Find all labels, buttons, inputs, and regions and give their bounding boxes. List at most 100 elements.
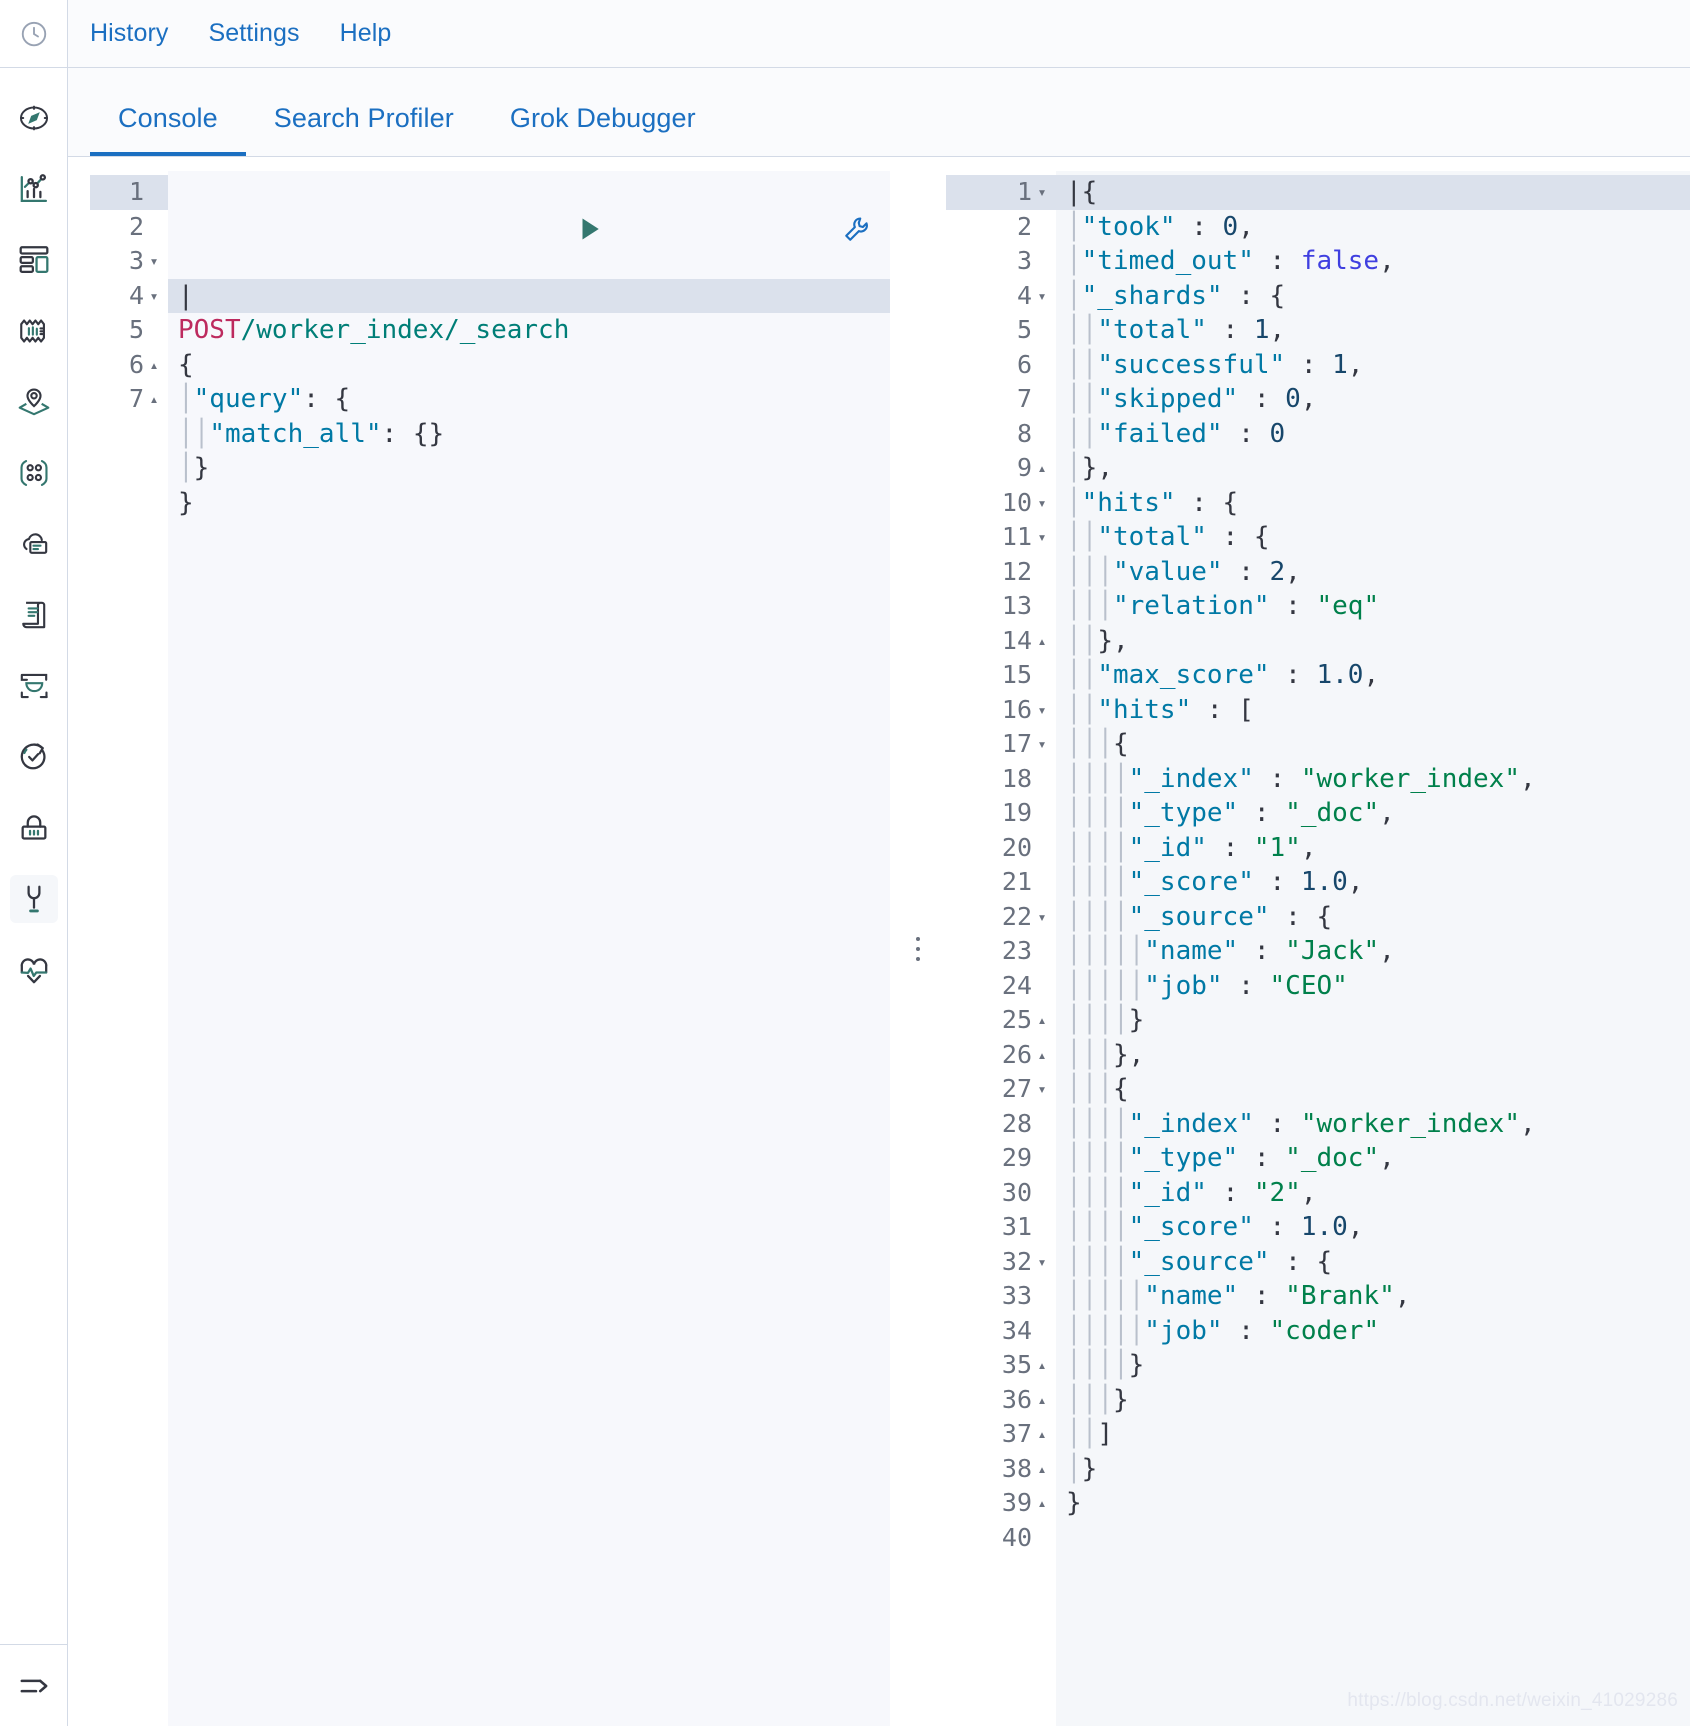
fold-toggle-icon[interactable]: ▴ bbox=[146, 348, 162, 383]
gutter-line: 18 bbox=[946, 762, 1056, 797]
code-line: │ │ │ { bbox=[1066, 1074, 1129, 1104]
gutter-line: 20 bbox=[946, 831, 1056, 866]
code-line: │ │ "failed" : 0 bbox=[1066, 418, 1286, 449]
gutter-line: 1 ▾ bbox=[946, 175, 1056, 210]
tab-search-profiler[interactable]: Search Profiler bbox=[246, 103, 482, 156]
gutter-line: 10 ▾ bbox=[946, 486, 1056, 521]
gutter-line: 19 bbox=[946, 796, 1056, 831]
gutter-line: 8 bbox=[946, 417, 1056, 452]
code-line: │ "timed_out" : false, bbox=[1066, 246, 1395, 276]
code-line: │ │ │ │ "_id" : "1", bbox=[1066, 832, 1317, 863]
request-code-area[interactable]: | POST /worker_index/_search{│ "query": {… bbox=[168, 171, 890, 1726]
global-nav-rail bbox=[0, 0, 68, 1726]
send-request-button[interactable] bbox=[356, 179, 605, 288]
response-code-area[interactable]: |{│ "took" : 0, │ "timed_out" : false, │ "… bbox=[1056, 171, 1690, 1726]
sidebar-item-graph[interactable] bbox=[10, 449, 58, 497]
code-line: │ │ │ │ │ "name" : "Brank", bbox=[1066, 1281, 1411, 1311]
code-line: │ │ │ │ │ "job" : "CEO" bbox=[1066, 970, 1348, 1001]
fold-toggle-icon[interactable]: ▴ bbox=[1034, 1383, 1050, 1418]
request-options-button[interactable] bbox=[623, 179, 872, 288]
fold-toggle-icon[interactable]: ▴ bbox=[1034, 1038, 1050, 1073]
tab-console[interactable]: Console bbox=[90, 103, 246, 156]
gutter-line: 5 bbox=[946, 313, 1056, 348]
fold-toggle-icon[interactable]: ▴ bbox=[1034, 1452, 1050, 1487]
canvas-icon bbox=[17, 314, 51, 348]
fold-toggle-icon[interactable]: ▾ bbox=[1034, 1072, 1050, 1107]
fold-toggle-icon[interactable]: ▾ bbox=[1034, 486, 1050, 521]
sidebar-item-uptime[interactable] bbox=[10, 733, 58, 781]
sidebar-item-machine-learning[interactable] bbox=[10, 520, 58, 568]
code-line: │ │ │ │ "_score" : 1.0, bbox=[1066, 867, 1364, 897]
gutter-line: 2 bbox=[946, 210, 1056, 245]
fold-toggle-icon[interactable]: ▴ bbox=[1034, 1486, 1050, 1521]
gutter-line: 7 bbox=[946, 382, 1056, 417]
fold-toggle-icon[interactable]: ▾ bbox=[146, 244, 162, 279]
sidebar-item-maps[interactable] bbox=[10, 378, 58, 426]
fold-toggle-icon[interactable]: ▾ bbox=[1034, 727, 1050, 762]
code-line: │ │ "skipped" : 0, bbox=[1066, 384, 1317, 414]
topbar-link-settings[interactable]: Settings bbox=[208, 19, 299, 48]
tab-grok-debugger[interactable]: Grok Debugger bbox=[482, 103, 724, 156]
dev-tools-topbar: History Settings Help bbox=[68, 0, 1690, 68]
response-editor-pane[interactable]: 1 ▾ 2 3 4 ▾ 5 6 7 8 9 ▴ 10 ▾ 11 ▾ 12 13 14 ▴ 15 16 ▾ 1… bbox=[946, 171, 1690, 1726]
sidebar-item-siem[interactable] bbox=[10, 804, 58, 852]
gutter-line: 4 ▾ bbox=[946, 279, 1056, 314]
gutter-line: 26 ▴ bbox=[946, 1038, 1056, 1073]
sidebar-item-dashboard[interactable] bbox=[10, 236, 58, 284]
code-line: │ "hits" : { bbox=[1066, 487, 1239, 518]
code-line: │ │ │ │ "_source" : { bbox=[1066, 1246, 1333, 1277]
fold-toggle-icon[interactable]: ▴ bbox=[1034, 624, 1050, 659]
fold-toggle-icon[interactable]: ▾ bbox=[146, 279, 162, 314]
gutter-line: 4 ▾ bbox=[90, 279, 168, 314]
pane-splitter-handle[interactable] bbox=[890, 171, 946, 1726]
sidebar-item-canvas[interactable] bbox=[10, 307, 58, 355]
fold-toggle-icon[interactable]: ▾ bbox=[1034, 693, 1050, 728]
fold-toggle-icon[interactable]: ▾ bbox=[1034, 520, 1050, 555]
drag-handle-icon bbox=[916, 936, 920, 961]
code-line: │ } bbox=[1066, 1453, 1098, 1484]
nav-logo[interactable] bbox=[0, 0, 67, 68]
fold-toggle-icon[interactable]: ▾ bbox=[1034, 900, 1050, 935]
fold-toggle-icon[interactable]: ▾ bbox=[1034, 1245, 1050, 1280]
fold-toggle-icon[interactable]: ▴ bbox=[146, 382, 162, 417]
code-line: │ } bbox=[178, 453, 210, 483]
sidebar-item-dev-tools[interactable] bbox=[9, 875, 58, 923]
code-line: │ │ "total" : { bbox=[1066, 522, 1270, 552]
gutter-line: 38 ▴ bbox=[946, 1452, 1056, 1487]
gutter-line: 32 ▾ bbox=[946, 1245, 1056, 1280]
code-line: │ │ │ │ "_id" : "2", bbox=[1066, 1177, 1317, 1208]
fold-toggle-icon[interactable]: ▴ bbox=[1034, 1003, 1050, 1038]
collapse-nav-button[interactable] bbox=[0, 1644, 67, 1726]
fold-toggle-icon[interactable]: ▴ bbox=[1034, 451, 1050, 486]
request-editor-pane[interactable]: 1 2 3 ▾ 4 ▾ 5 6 ▴ 7 ▴ | POST /worker_index/_sear… bbox=[90, 171, 890, 1726]
topbar-link-history[interactable]: History bbox=[90, 19, 168, 48]
monitoring-icon bbox=[17, 953, 51, 987]
code-line: │ │ │ │ │ "name" : "Jack", bbox=[1066, 936, 1395, 966]
gutter-line: 17 ▾ bbox=[946, 727, 1056, 762]
sidebar-item-infrastructure[interactable] bbox=[10, 662, 58, 710]
sidebar-item-discover[interactable] bbox=[10, 94, 58, 142]
topbar-link-help[interactable]: Help bbox=[340, 19, 392, 48]
fold-toggle-icon[interactable]: ▴ bbox=[1034, 1417, 1050, 1452]
sidebar-item-monitoring[interactable] bbox=[10, 946, 58, 994]
fold-toggle-icon[interactable]: ▾ bbox=[1034, 279, 1050, 314]
gutter-line: 35 ▴ bbox=[946, 1348, 1056, 1383]
gutter-line: 21 bbox=[946, 865, 1056, 900]
fold-toggle-icon[interactable]: ▴ bbox=[1034, 1348, 1050, 1383]
code-line: │ │ │ │ │ "job" : "coder" bbox=[1066, 1315, 1380, 1346]
fold-toggle-icon[interactable]: ▾ bbox=[1034, 175, 1050, 210]
gutter-line: 37 ▴ bbox=[946, 1417, 1056, 1452]
logs-icon bbox=[17, 598, 51, 632]
sidebar-item-visualize[interactable] bbox=[10, 165, 58, 213]
sidebar-item-logs[interactable] bbox=[10, 591, 58, 639]
